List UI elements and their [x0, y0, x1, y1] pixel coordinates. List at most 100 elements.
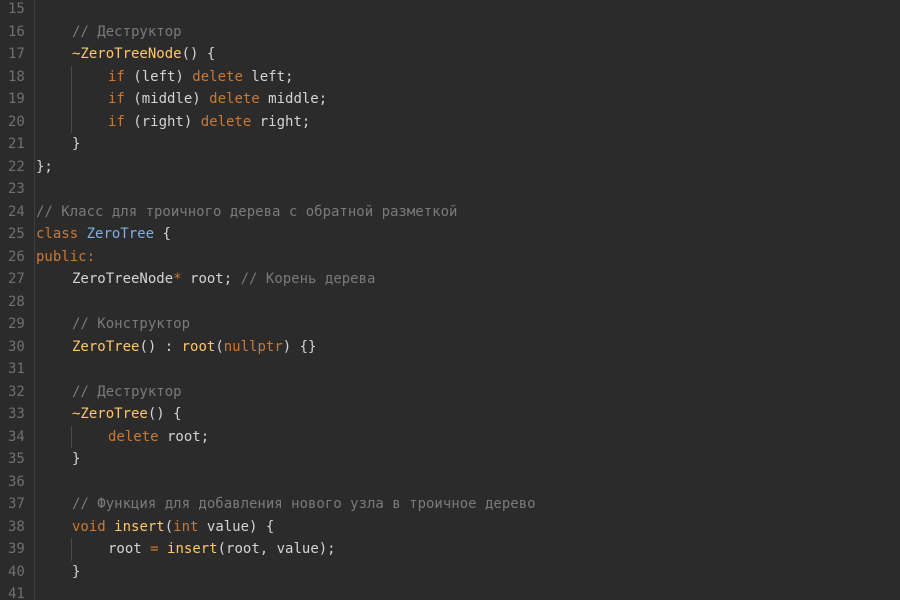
code-text[interactable]: ZeroTree() : root(nullptr) {} — [72, 336, 316, 359]
code-text[interactable]: delete root; — [108, 426, 209, 449]
code-line[interactable]: 28 — [0, 290, 900, 313]
line-number: 21 — [8, 136, 25, 152]
code-text[interactable]: public: — [36, 246, 95, 269]
indent-guide — [71, 538, 72, 561]
gutter-divider — [34, 583, 35, 600]
line-number: 15 — [8, 1, 25, 17]
code-line[interactable]: 19 if (middle) delete middle; — [0, 88, 900, 111]
code-text[interactable]: }; — [36, 156, 53, 179]
code-token-kw: nullptr — [223, 338, 283, 355]
code-line[interactable]: 16 // Деструктор — [0, 20, 900, 44]
code-text[interactable]: if (left) delete left; — [108, 66, 293, 89]
code-text[interactable]: // Деструктор — [72, 21, 182, 44]
code-line[interactable]: 33 ~ZeroTree() { — [0, 403, 900, 426]
code-text[interactable]: ZeroTreeNode* root; // Корень дерева — [72, 268, 375, 291]
gutter-divider — [34, 245, 35, 268]
code-line[interactable]: 24 // Класс для троичного дерева с обратн… — [0, 200, 900, 224]
code-token-kw: int — [173, 518, 199, 535]
gutter-divider — [34, 178, 35, 201]
line-number: 32 — [8, 383, 25, 400]
code-text[interactable]: // Деструктор — [72, 381, 182, 404]
code-token-plain: () { — [181, 46, 216, 62]
code-token-plain: { — [154, 226, 171, 242]
gutter-divider — [34, 88, 35, 111]
code-line[interactable]: 36 — [0, 470, 900, 493]
line-number: 25 — [8, 226, 25, 242]
code-token-fn: ZeroTree — [72, 338, 140, 355]
code-token-plain: left; — [242, 68, 294, 85]
code-text[interactable]: if (middle) delete middle; — [108, 88, 327, 111]
gutter-divider — [34, 268, 35, 291]
gutter-divider — [34, 133, 35, 156]
code-line[interactable]: 37 // Функция для добавления нового узла … — [0, 493, 900, 516]
code-line[interactable]: 41 — [0, 583, 900, 600]
line-number: 30 — [8, 338, 25, 355]
gutter-divider — [34, 380, 35, 403]
code-line[interactable]: 31 — [0, 358, 900, 381]
code-line[interactable]: 17 ~ZeroTreeNode() { — [0, 43, 900, 66]
code-text[interactable]: } — [72, 561, 80, 584]
code-text[interactable]: root = insert(root, value); — [108, 538, 336, 561]
gutter-divider — [34, 538, 35, 561]
code-text[interactable]: // Конструктор — [72, 313, 190, 336]
code-token-plain: () { — [147, 406, 182, 422]
code-token-kw: void — [72, 518, 106, 535]
gutter-divider — [34, 200, 35, 223]
code-line[interactable]: 20 if (right) delete right; — [0, 110, 900, 134]
line-number: 20 — [8, 113, 25, 130]
code-editor[interactable]: 15 16// Деструктор 17 ~ZeroTreeNode() { 18 if… — [0, 0, 900, 600]
code-token-kw: public: — [36, 248, 96, 265]
code-token-fn: ~ZeroTreeNode — [72, 46, 182, 62]
code-token-fn: insert — [167, 541, 218, 557]
line-number: 18 — [8, 68, 25, 85]
gutter-divider — [34, 155, 35, 178]
code-line[interactable]: 25 class ZeroTree { — [0, 223, 900, 246]
code-line[interactable]: 27 ZeroTreeNode* root; // Корень дерева — [0, 268, 900, 291]
code-text[interactable]: ~ZeroTreeNode() { — [72, 43, 215, 66]
code-token-kw: = — [150, 541, 159, 557]
code-line[interactable]: 40} — [0, 560, 900, 584]
code-line[interactable]: 39 root = insert(root, value); — [0, 538, 900, 561]
code-text[interactable]: // Функция для добавления нового узла в … — [72, 493, 536, 516]
line-number: 40 — [8, 563, 25, 580]
code-text[interactable]: } — [72, 133, 80, 156]
code-token-kw: if — [108, 113, 125, 130]
gutter-divider — [34, 425, 35, 448]
gutter-divider — [34, 43, 35, 66]
code-line[interactable]: 22}; — [0, 155, 900, 179]
code-token-kw: if — [108, 91, 125, 107]
code-line[interactable]: 30 ZeroTree() : root(nullptr) {} — [0, 335, 900, 359]
code-line[interactable]: 26 public: — [0, 245, 900, 269]
code-line[interactable]: 34 delete root; — [0, 425, 900, 449]
code-line[interactable]: 23 — [0, 178, 900, 201]
code-token-com: // Конструктор — [72, 316, 191, 332]
gutter-divider — [34, 335, 35, 358]
gutter-divider — [34, 20, 35, 43]
gutter-divider — [34, 358, 35, 381]
code-text[interactable]: ~ZeroTree() { — [72, 403, 182, 426]
gutter-divider — [34, 110, 35, 133]
code-token-plain: }; — [36, 158, 53, 175]
code-line[interactable]: 21} — [0, 133, 900, 156]
gutter-divider — [34, 470, 35, 493]
code-text[interactable]: if (right) delete right; — [108, 111, 310, 134]
code-lines[interactable]: 15 16// Деструктор 17 ~ZeroTreeNode() { 18 if… — [0, 0, 900, 600]
code-token-com: // Корень дерева — [240, 271, 376, 287]
code-token-plain: ( — [215, 338, 224, 355]
code-line[interactable]: 15 — [0, 0, 900, 21]
code-line[interactable]: 38 void insert(int value) { — [0, 515, 900, 539]
code-line[interactable]: 29 // Конструктор — [0, 313, 900, 336]
code-text[interactable]: } — [72, 448, 80, 471]
code-line[interactable]: 18 if (left) delete left; — [0, 65, 900, 89]
code-text[interactable]: class ZeroTree { — [36, 223, 171, 246]
code-token-plain: (right) — [124, 113, 201, 130]
code-line[interactable]: 35} — [0, 448, 900, 471]
code-text[interactable]: // Класс для троичного дерева с обратной… — [36, 201, 457, 224]
gutter-divider — [34, 403, 35, 426]
code-token-com: // Деструктор — [72, 383, 182, 400]
code-text[interactable]: void insert(int value) { — [72, 516, 274, 539]
code-line[interactable]: 32 // Деструктор — [0, 380, 900, 404]
line-number: 19 — [8, 91, 25, 107]
gutter-divider — [34, 65, 35, 88]
